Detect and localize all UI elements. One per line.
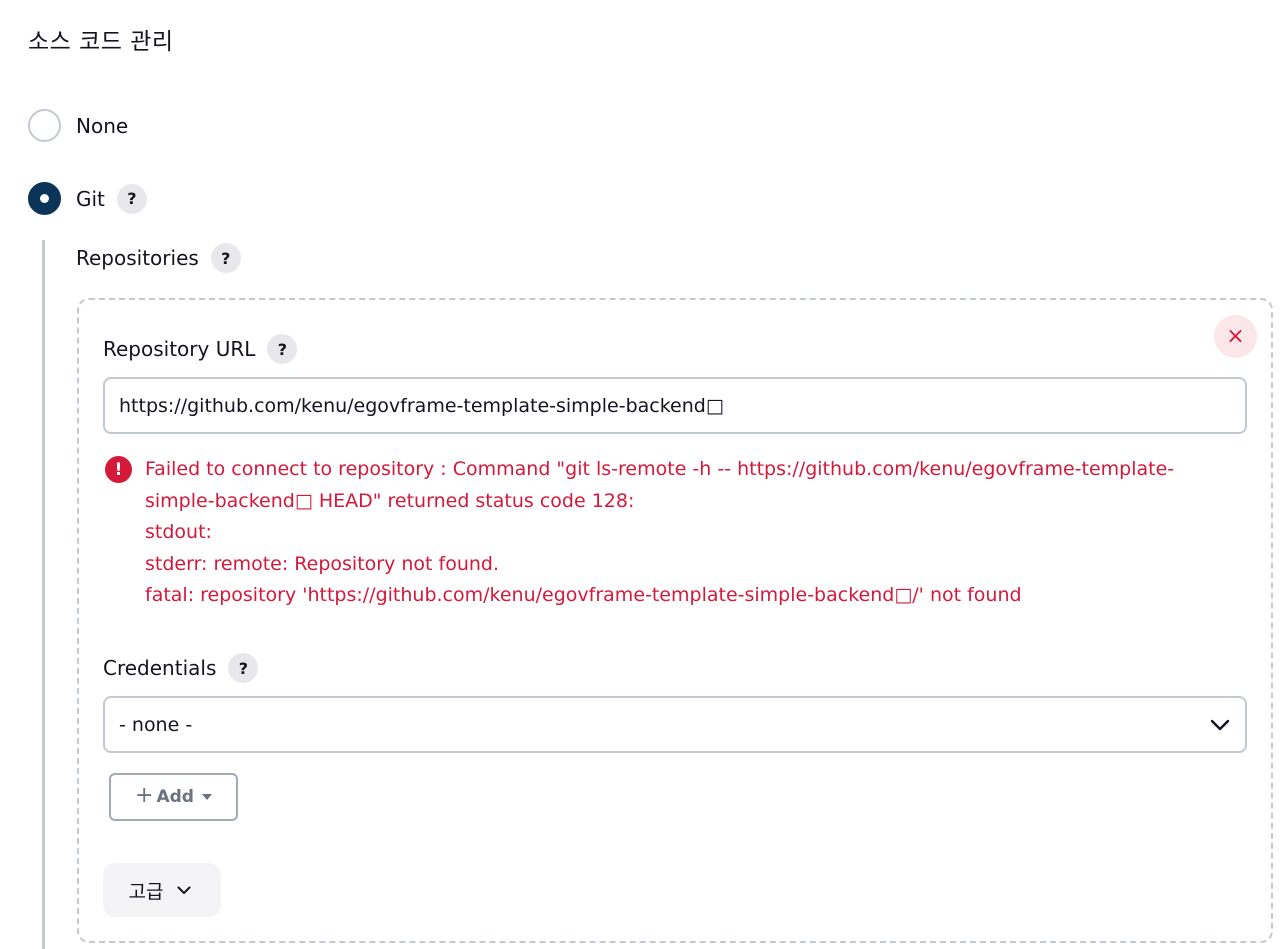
- add-credentials-button[interactable]: + Add: [109, 773, 238, 821]
- scm-config-page: 소스 코드 관리 None Git ? Repositories ? × Rep…: [0, 0, 1286, 949]
- error-line: fatal: repository 'https://github.com/ke…: [145, 584, 1022, 606]
- repositories-label: Repositories: [76, 246, 199, 270]
- credentials-label: Credentials: [103, 656, 217, 680]
- credentials-selected: - none -: [119, 713, 193, 736]
- credentials-select[interactable]: - none -: [103, 696, 1247, 753]
- repository-url-heading: Repository URL ?: [103, 334, 298, 364]
- none-radio[interactable]: [28, 109, 61, 142]
- repository-error: ! Failed to connect to repository : Comm…: [105, 454, 1255, 612]
- repositories-heading: Repositories ?: [76, 243, 241, 273]
- repository-url-value: https://github.com/kenu/egovframe-templa…: [119, 394, 724, 417]
- advanced-button[interactable]: 고급: [103, 863, 221, 917]
- advanced-label: 고급: [128, 880, 164, 903]
- credentials-heading: Credentials ?: [103, 653, 259, 683]
- error-line: stdout:: [145, 521, 212, 543]
- git-help-icon[interactable]: ?: [116, 183, 147, 214]
- error-line: Failed to connect to repository : Comman…: [145, 458, 1175, 480]
- chevron-down-icon: [173, 879, 195, 901]
- delete-repository-button[interactable]: ×: [1214, 315, 1257, 358]
- error-line: stderr: remote: Repository not found.: [145, 552, 500, 575]
- scm-option-none[interactable]: None: [28, 109, 128, 142]
- repository-url-label: Repository URL: [103, 337, 256, 361]
- error-message: Failed to connect to repository : Comman…: [145, 454, 1174, 612]
- none-label: None: [76, 113, 129, 138]
- caret-down-icon: [201, 794, 212, 800]
- git-section-divider: [42, 240, 45, 949]
- radio-dot: [40, 194, 49, 203]
- repository-url-input[interactable]: https://github.com/kenu/egovframe-templa…: [103, 377, 1247, 434]
- close-icon: ×: [1226, 323, 1245, 349]
- error-line: simple-backend□ HEAD" returned status co…: [145, 489, 635, 512]
- scm-option-git[interactable]: Git ?: [28, 182, 147, 215]
- chevron-down-icon: [1209, 714, 1231, 736]
- repository-url-help-icon[interactable]: ?: [267, 334, 298, 364]
- error-icon: !: [105, 456, 132, 483]
- plus-icon: +: [135, 783, 154, 808]
- add-label: Add: [156, 787, 194, 807]
- repositories-help-icon[interactable]: ?: [210, 243, 241, 273]
- git-radio[interactable]: [28, 182, 61, 215]
- section-title: 소스 코드 관리: [28, 29, 174, 55]
- git-label: Git: [76, 186, 105, 211]
- credentials-help-icon[interactable]: ?: [228, 653, 259, 683]
